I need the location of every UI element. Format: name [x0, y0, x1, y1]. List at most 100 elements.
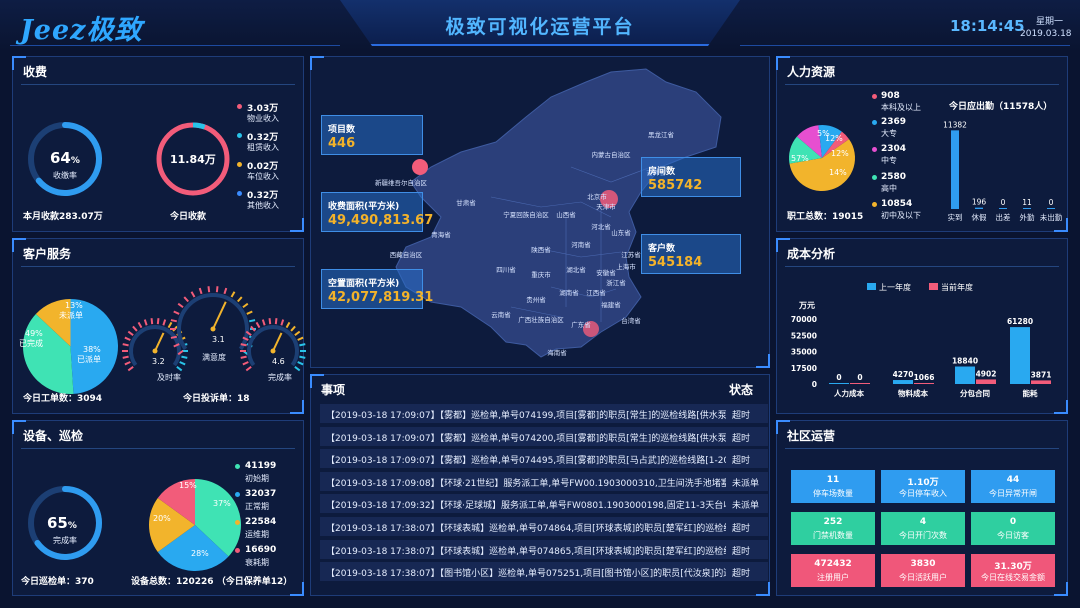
ring-progress — [192, 122, 206, 130]
gauge-needle — [212, 301, 227, 330]
fee-rate-label: 收缴率 — [53, 171, 77, 180]
tile-value: 472432 — [814, 559, 852, 569]
education-legend-label: 中专 — [881, 156, 897, 165]
gauge-tick — [268, 318, 272, 325]
pie-pct-label: 49% — [25, 329, 43, 338]
today-fee-value: 11.84万 — [170, 153, 216, 166]
event-status: 未派单 — [732, 478, 760, 489]
gauge-tick — [179, 361, 186, 366]
community-tile[interactable]: 3830 今日活跃用户 — [881, 554, 965, 587]
province-label: 浙江省 — [606, 278, 626, 287]
pie-pct-label: 14% — [829, 168, 847, 177]
legend-swatch-prev — [867, 283, 876, 290]
event-row[interactable]: 【2019-03-18 17:38:07】【环球表城】巡检单,单号074864,… — [320, 517, 768, 536]
community-tile[interactable]: 472432 注册用户 — [791, 554, 875, 587]
community-tile[interactable]: 1.10万 今日停车收入 — [881, 470, 965, 503]
community-tile[interactable]: 11 停车场数量 — [791, 470, 875, 503]
y-tick-label: 70000 — [791, 315, 817, 324]
education-legend-label: 高中 — [881, 184, 897, 193]
tile-label: 今日在线交易金额 — [981, 573, 1045, 582]
attendance-label: 出差 — [996, 212, 1011, 222]
province-label: 新疆维吾尔自治区 — [375, 178, 428, 187]
panel-divider — [785, 448, 1059, 449]
panel-divider — [21, 84, 295, 85]
education-legend-value: 908 — [881, 91, 900, 101]
tile-label: 今日活跃用户 — [899, 573, 947, 582]
event-row[interactable]: 【2019-03-18 17:09:07】【雾都】巡检单,单号074199,项目… — [320, 404, 768, 423]
event-row[interactable]: 【2019-03-18 17:09:07】【雾都】巡检单,单号074200,项目… — [320, 426, 768, 446]
event-status: 超时 — [732, 546, 751, 557]
category-label: 能耗 — [1023, 388, 1039, 398]
panel-title: 客户服务 — [23, 247, 72, 261]
pie-name-label: 已完成 — [19, 339, 43, 348]
inspection-rate-value: 65% — [47, 514, 77, 532]
event-row[interactable]: 【2019-03-18 17:38:07】【环球表城】巡检单,单号074865,… — [320, 539, 768, 559]
category-label: 物料成本 — [898, 388, 928, 398]
panel-title: 社区运营 — [787, 429, 836, 443]
province-label: 重庆市 — [531, 270, 551, 279]
panel-title: 事项 — [321, 383, 346, 397]
tile-value: 11 — [826, 475, 840, 485]
gauge-tick — [280, 319, 285, 326]
equipment-legend-dot — [235, 464, 240, 469]
pie-name-label: 已派单 — [77, 355, 101, 364]
education-legend-value: 2580 — [881, 172, 907, 182]
event-status: 超时 — [732, 433, 751, 444]
map-marker-xinjiang — [412, 159, 428, 175]
gauge-value: 4.6 — [272, 357, 285, 366]
event-row[interactable]: 【2019-03-18 17:38:07】【图书馆小区】巡检单,单号075251… — [320, 562, 768, 582]
tile-value: 1.10万 — [907, 478, 939, 488]
fee-legend-dot — [237, 104, 242, 109]
month-fee-label: 本月收款283.07万 — [23, 212, 103, 222]
province-label: 云南省 — [491, 310, 511, 319]
community-tile[interactable]: 44 今日异常开闸 — [971, 470, 1055, 503]
community-tile[interactable]: 31.30万 今日在线交易金额 — [971, 554, 1055, 587]
bar-prev — [955, 366, 975, 384]
attendance-value: 11382 — [943, 120, 967, 129]
gauge-tick — [181, 355, 188, 359]
event-text: 【2019-03-18 17:38:07】【图书馆小区】巡检单,单号075251… — [326, 569, 726, 580]
attendance-value: 0 — [1001, 198, 1006, 207]
gauge-hub — [210, 326, 216, 332]
gauge-hub — [270, 348, 276, 354]
pie-pct-label: 28% — [191, 549, 209, 558]
community-tile[interactable]: 252 门禁机数量 — [791, 512, 875, 545]
province-label: 天津市 — [596, 202, 616, 211]
event-row[interactable]: 【2019-03-18 17:09:08】【环球·21世纪】服务派工单,单号FW… — [320, 471, 768, 491]
gauge-label: 完成率 — [268, 373, 292, 382]
equipment-legend-dot — [235, 520, 240, 525]
bar-curr — [1031, 380, 1051, 384]
fee-legend-label: 其他收入 — [247, 201, 279, 210]
gauge-tick — [240, 343, 247, 347]
bar-curr-value: 1066 — [914, 373, 935, 382]
hr-panel: 人力资源 职工总数：19015 今日应出勤（11578人） 11382 实到 196… — [776, 56, 1068, 232]
province-label: 山西省 — [556, 210, 576, 219]
gauge-tick — [124, 336, 131, 341]
community-tile[interactable]: 4 今日开门次数 — [881, 512, 965, 545]
event-status: 超时 — [732, 524, 751, 534]
event-row[interactable]: 【2019-03-18 17:09:07】【雾都】巡检单,单号074495,项目… — [320, 449, 768, 469]
y-tick-label: 52500 — [791, 331, 817, 340]
fees-panel: 收费 64% 收缴率 本月收款283.07万 11.84万 今日收款 3.03万… — [12, 56, 304, 232]
fee-rate-value: 64% — [50, 149, 80, 167]
category-label: 人力成本 — [834, 388, 864, 398]
tile-value: 252 — [823, 517, 843, 527]
gauge-tick — [223, 287, 228, 295]
gauge-tick — [124, 361, 131, 366]
tile-label: 停车场数量 — [813, 489, 853, 498]
event-text: 【2019-03-18 17:09:07】【雾都】巡检单,单号074199,项目… — [326, 411, 726, 421]
tile-value: 44 — [1006, 475, 1020, 485]
panel-divider — [21, 448, 295, 449]
gauge-tick — [242, 302, 249, 309]
attendance-bar — [951, 130, 959, 209]
education-legend-value: 2369 — [881, 117, 907, 127]
education-legend-label: 本科及以上 — [881, 103, 921, 112]
inspection-rate-label: 完成率 — [53, 536, 77, 545]
gauge-tick — [122, 355, 129, 359]
cost-bar-chart: 上一年度 当前年度万元 70000 52500 35000 17500 0 0 0 人力成本 427… — [791, 282, 1052, 398]
attendance-chart: 11382 实到 196 休假 0 出差 11 外勤 0 未出勤 — [943, 120, 1063, 222]
community-tile[interactable]: 0 今日访客 — [971, 512, 1055, 545]
event-row[interactable]: 【2019-03-18 17:09:32】【环球·足球城】服务派工单,单号FW0… — [320, 494, 768, 514]
province-label: 广西壮族自治区 — [518, 315, 564, 324]
panel-divider — [785, 84, 1059, 85]
